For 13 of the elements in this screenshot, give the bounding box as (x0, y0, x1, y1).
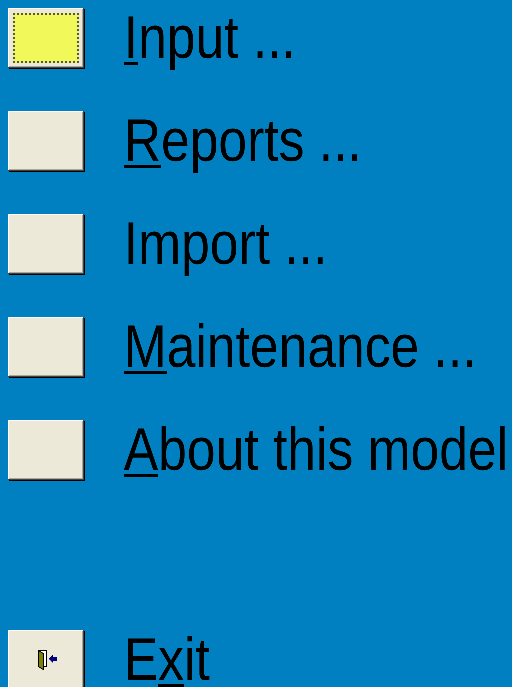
menu-label: Reports ... (124, 111, 362, 171)
menu-button[interactable] (8, 317, 84, 377)
menu-button[interactable] (8, 630, 84, 687)
menu-label: Import ... (124, 214, 328, 274)
exit-label: Exit (124, 630, 210, 687)
menu-button[interactable] (8, 111, 84, 171)
menu-button[interactable] (8, 214, 84, 274)
menu-label: Input ... (124, 8, 296, 68)
focus-highlight (13, 13, 79, 63)
menu-label: Maintenance ... (124, 317, 477, 377)
menu-button[interactable] (8, 8, 84, 68)
menu-label: About this model (124, 420, 508, 480)
menu-button[interactable] (8, 420, 84, 480)
